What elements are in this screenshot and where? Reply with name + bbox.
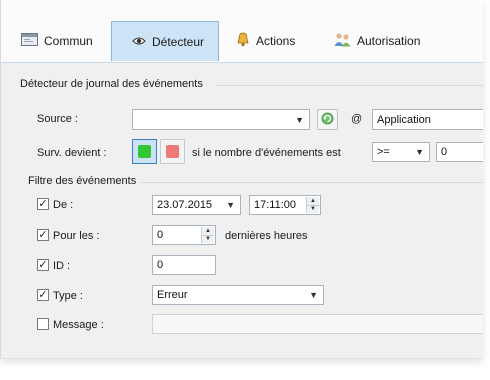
- source-label: Source :: [37, 113, 78, 125]
- hours-spin-buttons[interactable]: ▲ ▼: [201, 227, 214, 243]
- tab-detecteur-label: Détecteur: [152, 34, 205, 49]
- down-arrow-icon[interactable]: ▼: [202, 235, 214, 243]
- chevron-down-icon[interactable]: ▼: [415, 147, 424, 157]
- message-label: Message :: [53, 319, 104, 331]
- computer-field[interactable]: Application: [372, 109, 483, 130]
- tab-detecteur[interactable]: Détecteur: [111, 21, 219, 61]
- type-value: Erreur: [157, 289, 188, 301]
- message-field[interactable]: [152, 314, 483, 334]
- condition-text: si le nombre d'événements est: [192, 147, 341, 159]
- source-combobox[interactable]: ▼: [132, 109, 310, 130]
- date-value: 23.07.2015: [157, 199, 213, 211]
- checkmark-icon: ✓: [38, 258, 48, 271]
- count-value: 0: [441, 146, 448, 158]
- checkmark-icon: ✓: [38, 228, 48, 241]
- count-field[interactable]: 0: [436, 142, 483, 162]
- tab-actions-label: Actions: [256, 34, 296, 48]
- eye-icon: [132, 35, 146, 49]
- id-label: ID :: [53, 260, 71, 272]
- operator-combobox[interactable]: >= ▼: [372, 142, 430, 162]
- checkmark-icon: ✓: [38, 288, 48, 301]
- bell-icon: [236, 32, 250, 50]
- red-swatch: [166, 145, 179, 158]
- date-label: De :: [53, 199, 74, 211]
- hours-value: 0: [157, 229, 164, 241]
- users-icon: [334, 32, 351, 50]
- hours-checkbox[interactable]: ✓: [37, 229, 49, 241]
- hours-label: Pour les :: [53, 230, 100, 242]
- tab-autorisation-label: Autorisation: [357, 34, 421, 48]
- down-arrow-icon[interactable]: ▼: [307, 205, 319, 213]
- time-spin-buttons[interactable]: ▲ ▼: [306, 197, 319, 213]
- green-swatch: [138, 145, 151, 158]
- tab-actions[interactable]: Actions: [236, 21, 316, 61]
- type-label: Type :: [53, 290, 83, 302]
- computer-value: Application: [377, 113, 431, 126]
- operator-value: >=: [377, 146, 390, 158]
- up-arrow-icon[interactable]: ▲: [307, 197, 319, 206]
- surv-label: Surv. devient :: [37, 147, 107, 159]
- date-picker[interactable]: 23.07.2015 ▼: [152, 195, 241, 215]
- dialog-window: Commun Détecteur Actions Autorisation Dé…: [0, 0, 483, 359]
- date-checkbox[interactable]: ✓: [37, 198, 49, 210]
- tab-commun-label: Commun: [44, 34, 93, 48]
- type-combobox[interactable]: Erreur ▼: [152, 285, 324, 305]
- browse-source-button[interactable]: [317, 109, 338, 130]
- chevron-down-icon[interactable]: ▼: [295, 115, 304, 125]
- id-field[interactable]: 0: [152, 255, 216, 275]
- up-arrow-icon[interactable]: ▲: [202, 227, 214, 236]
- time-value: 17:11:00: [254, 199, 297, 211]
- time-spinner[interactable]: 17:11:00 ▲ ▼: [249, 195, 321, 215]
- red-status-button[interactable]: [160, 139, 185, 164]
- tab-commun[interactable]: Commun: [21, 21, 111, 61]
- tab-autorisation[interactable]: Autorisation: [334, 21, 434, 61]
- type-checkbox[interactable]: ✓: [37, 289, 49, 301]
- refresh-icon: [321, 112, 334, 128]
- chevron-down-icon[interactable]: ▼: [309, 290, 318, 300]
- section-divider: [216, 85, 483, 86]
- tab-bar: Commun Détecteur Actions Autorisation: [1, 0, 483, 63]
- checkmark-icon: ✓: [38, 197, 48, 210]
- detector-section-title: Détecteur de journal des événements: [20, 78, 203, 90]
- id-value: 0: [157, 259, 164, 271]
- hours-spinner[interactable]: 0 ▲ ▼: [152, 225, 216, 245]
- id-checkbox[interactable]: ✓: [37, 259, 49, 271]
- at-symbol: @: [351, 113, 363, 125]
- filter-section-title: Filtre des événements: [28, 175, 137, 187]
- section-divider: [141, 182, 483, 183]
- hours-suffix: dernières heures: [225, 230, 308, 242]
- green-status-button[interactable]: [132, 139, 157, 164]
- message-checkbox[interactable]: [37, 318, 49, 330]
- window-icon: [21, 33, 38, 49]
- chevron-down-icon[interactable]: ▼: [226, 200, 235, 210]
